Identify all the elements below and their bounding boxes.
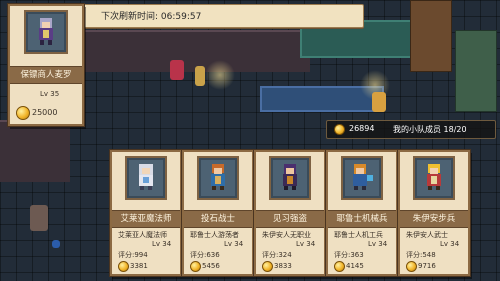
recruit-card[interactable]: 朱伊安步兵 朱伊安人武士 Lv 34 评分:548 9716 (398, 150, 470, 276)
featured-name: 保镖商人麦罗 (10, 66, 82, 84)
recruit-level: Lv 34 (296, 240, 316, 248)
scene-shelf (455, 30, 497, 112)
team-members: 我的小队成员 18/20 (393, 124, 467, 135)
recruit-price: 9716 (418, 262, 436, 270)
featured-portrait (24, 10, 68, 54)
recruit-portrait (341, 156, 383, 200)
recruit-price: 5456 (202, 262, 220, 270)
scene-character (372, 92, 386, 112)
gold-amount: 26894 (349, 124, 375, 133)
coin-icon (334, 124, 345, 135)
recruit-role: 耶鲁士人游荡者 (190, 231, 239, 239)
recruit-role: 耶鲁士人机工兵 (334, 231, 383, 239)
mage-sprite-icon (139, 164, 153, 190)
recruit-name: 朱伊安步兵 (400, 210, 468, 228)
recruit-score: 评分:548 (406, 251, 436, 259)
recruit-card[interactable]: 见习强盗 朱伊安人无职业 Lv 34 评分:324 3833 (254, 150, 326, 276)
recruit-level: Lv 34 (440, 240, 460, 248)
refresh-timer-bar: 下次刷新时间: 06:59:57 (80, 4, 364, 28)
team-label: 我的小队成员 (393, 125, 441, 134)
recruit-level: Lv 34 (368, 240, 388, 248)
merchant-sprite-icon (39, 18, 53, 45)
recruit-level: Lv 34 (224, 240, 244, 248)
engineer-sprite-icon (353, 164, 373, 190)
refresh-timer-label: 下次刷新时间: (101, 12, 159, 22)
team-gold-bar: 26894 我的小队成员 18/20 (326, 120, 496, 139)
featured-card[interactable]: 保镖商人麦罗 Lv 35 25000 (8, 4, 84, 126)
recruit-role: 朱伊安人武士 (406, 231, 448, 239)
recruit-level: Lv 34 (152, 240, 172, 248)
scene-wall (0, 120, 70, 182)
coin-icon (334, 261, 345, 272)
featured-level: Lv 35 (40, 90, 60, 98)
recruit-price: 3833 (274, 262, 292, 270)
scene-character (195, 66, 205, 86)
recruit-name: 见习强盗 (256, 210, 324, 228)
scene-shelf (410, 0, 452, 72)
recruit-portrait (413, 156, 455, 200)
recruit-score: 评分:636 (190, 251, 220, 259)
scene-character (170, 60, 184, 80)
warrior-sprite-icon (211, 164, 225, 190)
recruit-score: 评分:324 (262, 251, 292, 259)
scene-item (52, 240, 60, 248)
recruit-price: 3381 (130, 262, 148, 270)
bandit-sprite-icon (283, 164, 297, 190)
coin-icon (262, 261, 273, 272)
refresh-timer-text: 下次刷新时间: 06:59:57 (101, 9, 201, 22)
coin-icon (118, 261, 129, 272)
team-count: 18/20 (443, 125, 467, 134)
scene-lamp (205, 60, 235, 90)
coin-icon (406, 261, 417, 272)
coin-icon (16, 106, 30, 120)
recruit-portrait (269, 156, 311, 200)
recruit-card[interactable]: 耶鲁士机械兵 耶鲁士人机工兵 Lv 34 评分:363 4145 (326, 150, 398, 276)
player-character (30, 205, 48, 231)
recruit-role: 艾莱亚人魔法师 (118, 231, 167, 239)
recruit-portrait (125, 156, 167, 200)
featured-price: 25000 (32, 108, 58, 117)
recruit-score: 评分:994 (118, 251, 148, 259)
recruit-price: 4145 (346, 262, 364, 270)
recruit-card[interactable]: 投石战士 耶鲁士人游荡者 Lv 34 评分:636 5456 (182, 150, 254, 276)
coin-icon (190, 261, 201, 272)
recruit-name: 耶鲁士机械兵 (328, 210, 396, 228)
recruit-name: 艾莱亚魔法师 (112, 210, 180, 228)
recruit-score: 评分:363 (334, 251, 364, 259)
infantry-sprite-icon (427, 164, 441, 190)
recruit-role: 朱伊安人无职业 (262, 231, 311, 239)
recruit-card[interactable]: 艾莱亚魔法师 艾莱亚人魔法师 Lv 34 评分:994 3381 (110, 150, 182, 276)
refresh-timer-value: 06:59:57 (160, 12, 202, 22)
scene-wall (60, 30, 310, 72)
recruit-portrait (197, 156, 239, 200)
recruit-name: 投石战士 (184, 210, 252, 228)
